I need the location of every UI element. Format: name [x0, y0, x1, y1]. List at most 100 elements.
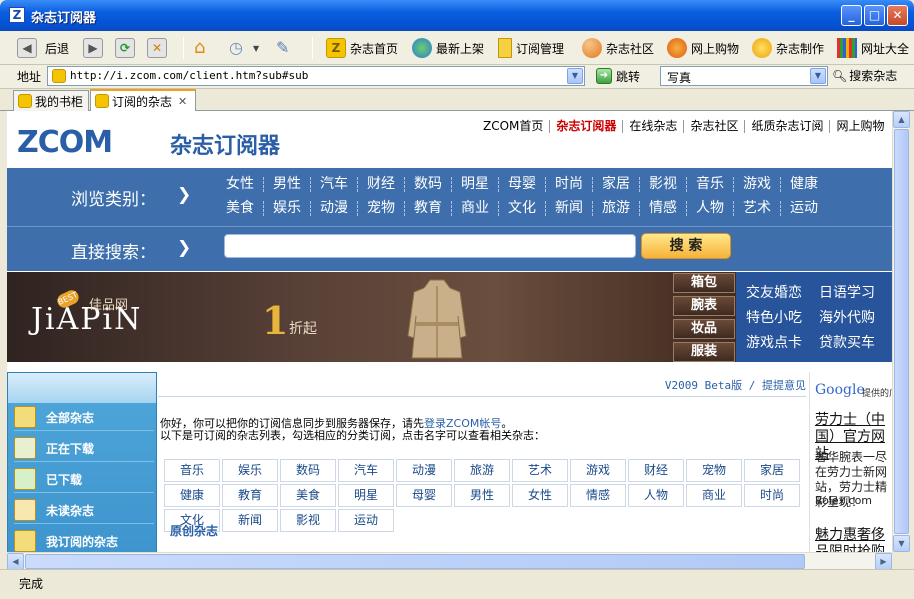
category-cell[interactable]: 女性 [512, 484, 568, 507]
topnav-print[interactable]: 纸质杂志订阅 [744, 120, 829, 133]
category-link[interactable]: 人物 [686, 201, 733, 216]
category-link[interactable]: 健康 [780, 177, 827, 192]
category-cell[interactable]: 情感 [570, 484, 626, 507]
category-cell[interactable]: 汽车 [338, 459, 394, 482]
topnav-reader[interactable]: 杂志订阅器 [549, 120, 622, 133]
category-link[interactable]: 美食 [217, 201, 263, 216]
scroll-down-icon[interactable]: ▼ [893, 535, 910, 552]
refresh-button[interactable]: ⟳ [115, 36, 139, 60]
community-button[interactable]: 杂志社区 [582, 36, 654, 60]
history-dropdown-icon[interactable]: ▼ [253, 44, 259, 53]
make-button[interactable]: 杂志制作 [752, 36, 824, 60]
category-link[interactable]: 母婴 [498, 177, 545, 192]
category-link[interactable]: 情感 [639, 201, 686, 216]
address-dropdown-icon[interactable]: ▼ [567, 68, 583, 84]
ad-link[interactable]: 游戏点卡 [746, 332, 802, 352]
category-link[interactable]: 宠物 [357, 201, 404, 216]
category-cell[interactable]: 动漫 [396, 459, 452, 482]
scroll-right-icon[interactable]: ▶ [875, 553, 892, 570]
category-cell[interactable]: 男性 [454, 484, 510, 507]
category-link[interactable]: 数码 [404, 177, 451, 192]
category-cell[interactable]: 数码 [280, 459, 336, 482]
tab-bookshelf[interactable]: 我的书柜 [13, 90, 89, 111]
category-link[interactable]: 汽车 [310, 177, 357, 192]
category-link[interactable]: 教育 [404, 201, 451, 216]
address-input[interactable]: http://i.zcom.com/client.htm?sub#sub ▼ [47, 66, 585, 86]
ad-url[interactable]: Rolex.com [815, 494, 872, 507]
category-link[interactable]: 商业 [451, 201, 498, 216]
category-cell[interactable]: 母婴 [396, 484, 452, 507]
category-link[interactable]: 男性 [263, 177, 310, 192]
ad-link[interactable]: 日语学习 [819, 282, 875, 302]
category-cell[interactable]: 宠物 [686, 459, 742, 482]
ad-link[interactable]: 贷款买车 [819, 332, 875, 352]
topnav-community[interactable]: 杂志社区 [683, 120, 744, 133]
subscribe-mgmt-button[interactable]: 订阅管理 [498, 36, 564, 60]
vertical-scrollbar[interactable]: ▲ ▼ [892, 111, 910, 552]
keyword-search-input[interactable] [224, 234, 636, 258]
badge-watches[interactable]: 腕表 [673, 296, 735, 316]
category-cell[interactable]: 财经 [628, 459, 684, 482]
category-link[interactable]: 运动 [780, 201, 827, 216]
vertical-scroll-thumb[interactable] [894, 129, 909, 534]
category-cell[interactable]: 娱乐 [222, 459, 278, 482]
edit-button[interactable]: ✎ [276, 36, 300, 60]
go-button[interactable]: ➜ 跳转 [596, 66, 640, 86]
category-link[interactable]: 游戏 [733, 177, 780, 192]
category-link[interactable]: 明星 [451, 177, 498, 192]
home-button[interactable]: ⌂ [194, 36, 218, 60]
zcom-logo[interactable]: ZCOM [17, 125, 113, 160]
category-cell[interactable]: 健康 [164, 484, 220, 507]
category-link[interactable]: 动漫 [310, 201, 357, 216]
category-cell[interactable]: 美食 [280, 484, 336, 507]
ad-link[interactable]: 特色小吃 [746, 307, 802, 327]
sites-button[interactable]: 网址大全 [837, 36, 909, 60]
keyword-search-button[interactable]: 搜 索 [641, 233, 731, 259]
latest-button[interactable]: 最新上架 [412, 36, 484, 60]
category-link[interactable]: 影视 [639, 177, 686, 192]
version-feedback[interactable]: V2009 Beta版 / 提提意见 [665, 377, 806, 393]
category-cell[interactable]: 旅游 [454, 459, 510, 482]
menu-my-subscriptions[interactable]: 我订阅的杂志 [14, 528, 154, 552]
shopping-button[interactable]: 网上购物 [667, 36, 739, 60]
category-cell[interactable]: 影视 [280, 509, 336, 532]
stop-button[interactable]: ✕ [147, 36, 171, 60]
menu-all-magazines[interactable]: 全部杂志 [14, 404, 154, 431]
badge-clothing[interactable]: 服装 [673, 342, 735, 362]
category-link[interactable]: 音乐 [686, 177, 733, 192]
category-cell[interactable]: 人物 [628, 484, 684, 507]
category-link[interactable]: 文化 [498, 201, 545, 216]
ad-link[interactable]: 海外代购 [819, 307, 875, 327]
category-cell[interactable]: 新闻 [222, 509, 278, 532]
category-cell[interactable]: 游戏 [570, 459, 626, 482]
minimize-button[interactable]: _ [841, 5, 862, 26]
maximize-button[interactable]: □ [864, 5, 885, 26]
category-link[interactable]: 女性 [217, 177, 263, 192]
horizontal-scrollbar[interactable]: ◀ ▶ [7, 552, 892, 570]
category-link[interactable]: 家居 [592, 177, 639, 192]
category-cell[interactable]: 运动 [338, 509, 394, 532]
category-link[interactable]: 艺术 [733, 201, 780, 216]
category-cell[interactable]: 音乐 [164, 459, 220, 482]
category-cell[interactable]: 艺术 [512, 459, 568, 482]
category-link[interactable]: 财经 [357, 177, 404, 192]
forward-button[interactable]: ▶ [83, 36, 107, 60]
topnav-shopping[interactable]: 网上购物 [829, 120, 890, 133]
category-cell[interactable]: 教育 [222, 484, 278, 507]
category-cell[interactable]: 明星 [338, 484, 394, 507]
magazine-home-button[interactable]: Z 杂志首页 [326, 36, 398, 60]
search-magazine-button[interactable]: 🔍︎ 搜索杂志 [832, 67, 897, 84]
menu-downloaded[interactable]: 已下载 [14, 466, 154, 493]
topnav-online[interactable]: 在线杂志 [622, 120, 683, 133]
magazine-search-input[interactable]: 写真 ▼ [660, 66, 828, 86]
ad-link[interactable]: 交友婚恋 [746, 282, 802, 302]
scroll-up-icon[interactable]: ▲ [893, 111, 910, 128]
history-button[interactable]: ◷ ▼ [229, 36, 259, 60]
category-link[interactable]: 旅游 [592, 201, 639, 216]
category-link[interactable]: 时尚 [545, 177, 592, 192]
badge-cosmetics[interactable]: 妆品 [673, 319, 735, 339]
scroll-left-icon[interactable]: ◀ [7, 553, 24, 570]
category-link[interactable]: 娱乐 [263, 201, 310, 216]
horizontal-scroll-thumb[interactable] [25, 554, 805, 569]
tab-close-icon[interactable]: ✕ [178, 95, 187, 108]
